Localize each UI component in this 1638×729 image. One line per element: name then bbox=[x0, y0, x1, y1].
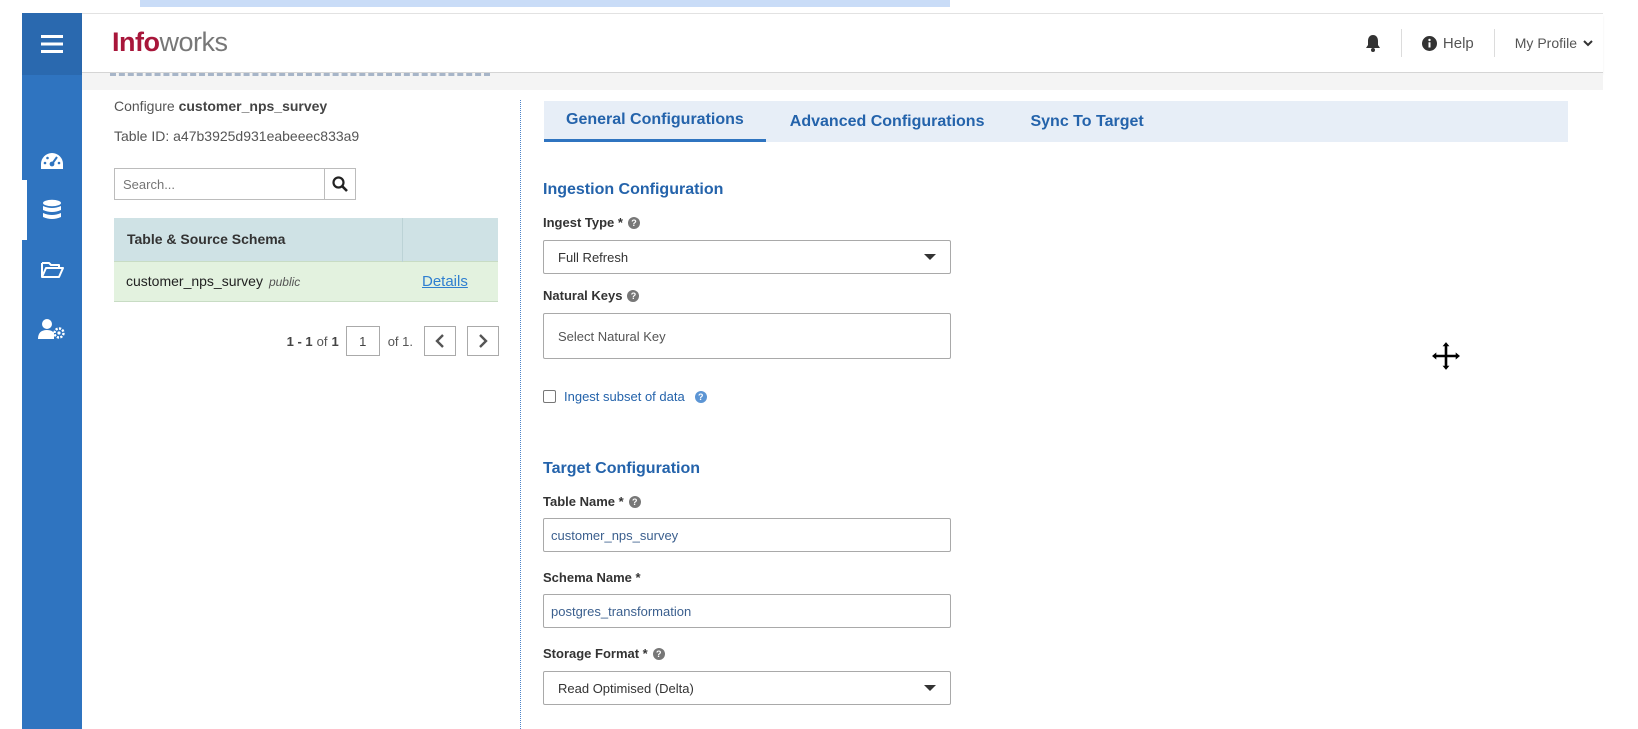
configure-table-name: customer_nps_survey bbox=[178, 98, 328, 114]
my-profile-menu[interactable]: My Profile bbox=[1515, 35, 1593, 51]
help-icon[interactable]: ? bbox=[627, 289, 640, 302]
user-settings-icon bbox=[38, 319, 65, 339]
pager-of-pages: of 1. bbox=[387, 333, 413, 349]
header-actions: Help My Profile bbox=[1365, 14, 1593, 72]
help-icon[interactable]: ? bbox=[694, 390, 707, 403]
breadcrumb-strip bbox=[82, 73, 1603, 90]
header-divider bbox=[1400, 29, 1402, 57]
table-list-panel: Configure customer_nps_survey Table ID: … bbox=[114, 98, 499, 356]
page-number-input[interactable]: 1 bbox=[345, 326, 380, 356]
schema-name-input[interactable]: postgres_transformation bbox=[543, 594, 951, 628]
search-icon bbox=[332, 176, 348, 192]
tab-advanced-configurations[interactable]: Advanced Configurations bbox=[768, 101, 1007, 142]
sidebar-item-sources[interactable] bbox=[22, 180, 82, 240]
hamburger-menu-button[interactable] bbox=[22, 13, 82, 75]
storage-format-select[interactable]: Read Optimised (Delta) bbox=[543, 671, 951, 705]
table-id: Table ID: a47b3925d931eabeeec833a9 bbox=[114, 128, 360, 144]
chevron-right-icon bbox=[479, 334, 488, 348]
chevron-down-icon bbox=[1583, 40, 1593, 47]
breadcrumb-ghost bbox=[110, 67, 490, 76]
search-input[interactable] bbox=[115, 169, 325, 199]
hamburger-icon bbox=[41, 35, 63, 53]
table-name-input[interactable]: customer_nps_survey bbox=[543, 518, 951, 552]
schema-table: Table & Source Schema customer_nps_surve… bbox=[114, 218, 498, 302]
help-button[interactable]: Help bbox=[1421, 34, 1474, 52]
tab-general-configurations[interactable]: General Configurations bbox=[544, 101, 766, 142]
tab-sync-to-target[interactable]: Sync To Target bbox=[1008, 101, 1165, 142]
configure-heading: Configure customer_nps_survey bbox=[114, 98, 328, 114]
pager-total: 1 bbox=[331, 333, 339, 349]
table-header-row: Table & Source Schema bbox=[114, 218, 498, 261]
ingest-subset-option: Ingest subset of data ? bbox=[543, 389, 707, 404]
details-cell: Details bbox=[402, 260, 498, 302]
database-icon bbox=[43, 199, 61, 219]
schema-label: public bbox=[268, 275, 301, 289]
sidebar bbox=[22, 13, 82, 729]
help-label: Help bbox=[1442, 34, 1474, 52]
search-button[interactable] bbox=[325, 169, 355, 199]
folder-icon bbox=[41, 262, 64, 278]
caret-down-icon bbox=[924, 685, 936, 691]
header-divider bbox=[1493, 29, 1495, 57]
ingest-type-select[interactable]: Full Refresh bbox=[543, 240, 951, 274]
ingest-type-label: Ingest Type * ? bbox=[543, 215, 640, 230]
panel-divider bbox=[520, 100, 521, 729]
ingest-subset-label[interactable]: Ingest subset of data bbox=[564, 389, 685, 404]
info-icon bbox=[1421, 35, 1437, 51]
next-page-button[interactable] bbox=[467, 326, 499, 356]
pagination: 1 - 1 of 1 1 of 1. bbox=[287, 326, 499, 356]
ingestion-configuration-title: Ingestion Configuration bbox=[543, 181, 724, 198]
help-icon[interactable]: ? bbox=[652, 647, 665, 660]
schema-name-label: Schema Name * bbox=[543, 570, 641, 585]
table-row[interactable]: customer_nps_survey public Details bbox=[114, 260, 498, 302]
column-header-actions bbox=[402, 218, 498, 261]
column-header-table-schema: Table & Source Schema bbox=[114, 218, 403, 261]
top-banner-strip bbox=[140, 0, 950, 7]
previous-page-button[interactable] bbox=[424, 326, 456, 356]
help-icon[interactable]: ? bbox=[628, 495, 641, 508]
ingest-subset-checkbox[interactable] bbox=[543, 390, 556, 403]
configuration-tabs: General Configurations Advanced Configur… bbox=[544, 101, 1568, 142]
my-profile-label: My Profile bbox=[1514, 35, 1577, 51]
natural-key-select[interactable]: Select Natural Key bbox=[543, 313, 951, 359]
target-configuration-title: Target Configuration bbox=[543, 460, 701, 477]
top-header: Infoworks Help My Profile bbox=[82, 14, 1603, 73]
chevron-left-icon bbox=[435, 334, 444, 348]
pager-range: 1 - 1 bbox=[286, 333, 313, 349]
sidebar-item-admin[interactable] bbox=[22, 299, 82, 359]
dashboard-icon bbox=[41, 153, 63, 169]
bell-icon bbox=[1365, 35, 1380, 52]
natural-keys-label: Natural Keys ? bbox=[543, 288, 640, 303]
move-cursor-icon bbox=[1430, 340, 1462, 372]
table-search bbox=[114, 168, 356, 200]
sidebar-item-files[interactable] bbox=[22, 240, 82, 300]
infoworks-logo[interactable]: Infoworks bbox=[112, 27, 228, 58]
notifications-button[interactable] bbox=[1365, 34, 1381, 52]
table-name-cell: customer_nps_survey public bbox=[114, 260, 402, 302]
details-link[interactable]: Details bbox=[422, 273, 468, 290]
storage-format-label: Storage Format * ? bbox=[543, 646, 665, 661]
table-name-label: Table Name * ? bbox=[543, 494, 641, 509]
help-icon[interactable]: ? bbox=[627, 216, 640, 229]
caret-down-icon bbox=[924, 254, 936, 260]
